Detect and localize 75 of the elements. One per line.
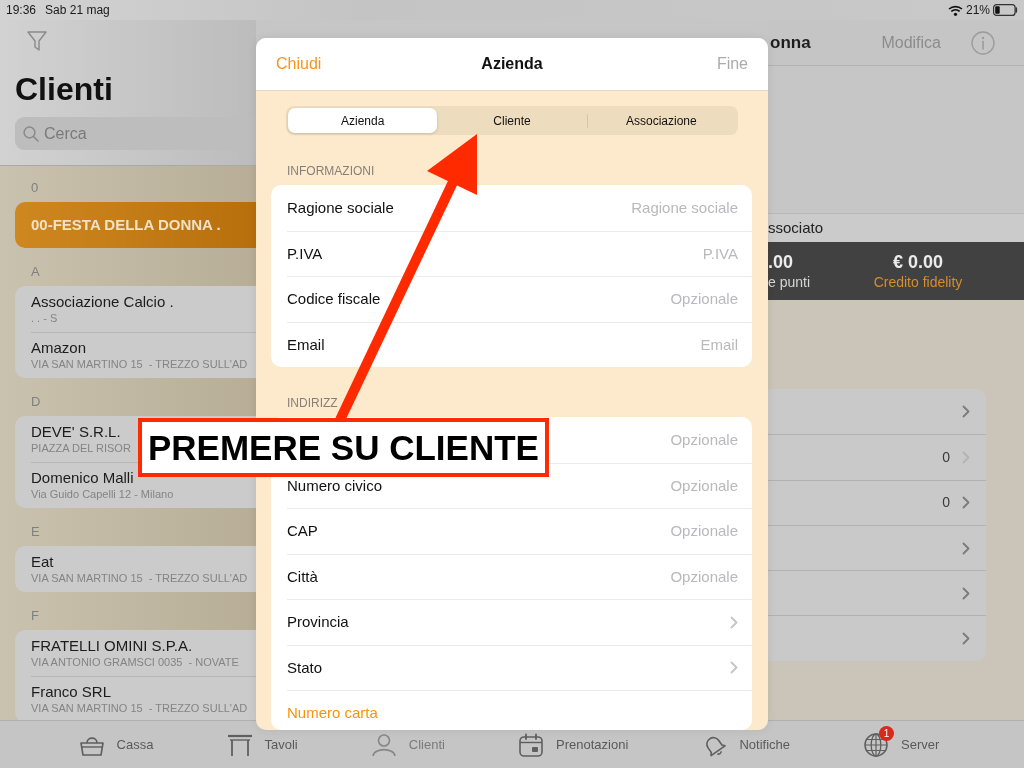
- field-label: Stato: [287, 658, 323, 677]
- field-label: CAP: [287, 522, 318, 541]
- text-input[interactable]: Email: [334, 333, 738, 356]
- stat-label: e punti: [768, 273, 811, 291]
- battery-icon: [993, 4, 1018, 16]
- modal-title: Azienda: [481, 54, 543, 74]
- section-header: INDIRIZZ: [286, 395, 339, 411]
- status-date: Sab 21 mag: [45, 2, 110, 19]
- filter-icon[interactable]: [27, 30, 47, 52]
- nav-title: onna: [770, 31, 811, 54]
- field-label: P.IVA: [287, 244, 323, 263]
- chevron-right-icon: [730, 615, 738, 629]
- stat-value: .00: [768, 251, 794, 273]
- person-icon: [370, 732, 397, 757]
- stat-label: Credito fidelity: [873, 273, 963, 291]
- search-input[interactable]: Cerca: [44, 121, 256, 146]
- client-address: VIA SAN MARTINO 15 - TREZZO SULL'AD: [31, 357, 249, 371]
- client-name: Amazon: [31, 339, 88, 357]
- notification-badge: 1: [879, 725, 895, 741]
- count-label: 0: [942, 447, 950, 467]
- section-letter: A: [30, 263, 41, 281]
- tab-item[interactable]: Tavoli: [226, 724, 304, 765]
- section-header: INFORMAZIONI: [286, 163, 376, 179]
- text-input[interactable]: Opzionale: [327, 520, 738, 543]
- battery-percent: 21%: [965, 2, 990, 19]
- tab-item[interactable]: Notifiche: [701, 724, 796, 765]
- field-label: Provincia: [287, 613, 349, 632]
- client-list-item[interactable]: Associazione Calcio . . . - S: [15, 286, 256, 332]
- tab-item[interactable]: Clienti: [370, 724, 451, 765]
- client-list-item[interactable]: 00-FESTA DELLA DONNA .: [15, 202, 256, 248]
- client-address: Via Guido Capelli 12 - Milano: [31, 487, 175, 501]
- client-name: DEVE' S.R.L.: [31, 423, 122, 441]
- client-list-item[interactable]: Eat VIA SAN MARTINO 15 - TREZZO SULL'AD: [15, 546, 256, 592]
- calendar-icon: [518, 732, 545, 757]
- search-icon: [23, 125, 39, 142]
- text-input[interactable]: Ragione sociale: [403, 196, 738, 219]
- tab-item[interactable]: 1 Server: [863, 724, 946, 765]
- section-letter: F: [30, 607, 40, 625]
- chevron-right-icon: [730, 661, 738, 675]
- client-name: Franco SRL: [31, 683, 113, 701]
- field-label: Codice fiscale: [287, 290, 381, 309]
- sidebar-title: Clienti: [15, 70, 114, 109]
- section-letter: 0: [30, 179, 40, 197]
- client-list-item[interactable]: FRATELLI OMINI S.P.A. VIA ANTONIO GRAMSCI 0035 - NOVATE: [15, 630, 256, 676]
- client-address: VIA SAN MARTINO 15 - TREZZO SULL'AD: [31, 701, 249, 715]
- client-address: VIA SAN MARTINO 15 - TREZZO SULL'AD: [31, 571, 249, 585]
- field-label: Città: [287, 567, 318, 586]
- field-label: Email: [287, 335, 325, 354]
- info-icon[interactable]: [971, 30, 995, 55]
- segment-tab[interactable]: Azienda: [288, 108, 438, 133]
- callout-tooltip: PREMERE SU CLIENTE: [138, 418, 549, 477]
- text-input[interactable]: P.IVA: [332, 242, 738, 265]
- section-letter: E: [30, 523, 41, 541]
- status-time: 19:36: [6, 2, 37, 19]
- client-name: Domenico Malli: [31, 469, 135, 487]
- wifi-icon: [947, 4, 963, 16]
- stat-value: € 0.00: [892, 251, 943, 273]
- client-name: 00-FESTA DELLA DONNA .: [31, 216, 222, 234]
- client-name: Associazione Calcio .: [31, 293, 175, 311]
- field-label: Numero civico: [287, 476, 383, 495]
- count-label: 0: [942, 493, 950, 513]
- client-name: Eat: [31, 553, 55, 571]
- table-icon: [226, 732, 253, 757]
- text-input[interactable]: Opzionale: [392, 474, 738, 497]
- tab-item[interactable]: Cassa: [78, 724, 160, 765]
- segment-tab[interactable]: Cliente: [437, 108, 587, 133]
- field-label: Ragione sociale: [287, 198, 394, 217]
- client-address: . . - S: [31, 311, 59, 325]
- text-input[interactable]: Opzionale: [327, 565, 738, 588]
- text-input[interactable]: Opzionale: [390, 288, 738, 311]
- tab-item[interactable]: Prenotazioni: [518, 724, 635, 765]
- section-letter: D: [30, 393, 42, 411]
- client-name: FRATELLI OMINI S.P.A.: [31, 637, 194, 655]
- field-label: ssociato: [768, 217, 824, 238]
- client-address: VIA ANTONIO GRAMSCI 0035 - NOVATE: [31, 655, 240, 669]
